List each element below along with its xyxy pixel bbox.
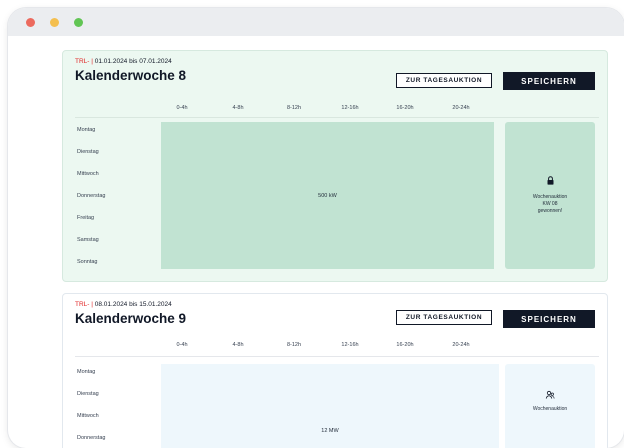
day-label: Freitag	[77, 215, 95, 221]
day-label: Mittwoch	[77, 171, 99, 177]
power-block[interactable]: 12 MW	[161, 364, 499, 448]
week-card-kw8: TRL- | 01.01.2024 bis 07.01.2024 Kalende…	[62, 50, 608, 282]
date-range: 08.01.2024 bis 15.01.2024	[94, 301, 172, 308]
day-label: Donnerstag	[77, 435, 106, 441]
trl-tag: TRL- |	[75, 58, 93, 65]
people-icon	[545, 390, 555, 399]
hour-label: 4-8h	[232, 342, 244, 348]
day-label: Dienstag	[77, 391, 99, 397]
hour-label: 16-20h	[396, 105, 414, 111]
hour-label: 8-12h	[286, 342, 302, 348]
header-divider	[75, 117, 599, 118]
window-titlebar	[8, 8, 624, 36]
week-title: Kalenderwoche 9	[75, 311, 187, 326]
hour-label: 20-24h	[452, 342, 470, 348]
day-label: Montag	[77, 369, 96, 375]
day-label: Sonntag	[77, 259, 98, 265]
auction-status-line: Wochenauktion	[532, 406, 568, 412]
hour-label: 20-24h	[452, 105, 470, 111]
power-block[interactable]: 500 kW	[161, 122, 494, 269]
day-label: Samstag	[77, 237, 99, 243]
day-label: Montag	[77, 127, 96, 133]
day-label: Mittwoch	[77, 413, 99, 419]
weekly-auction-status: Wochenauktion KW 08 gewonnen!	[505, 122, 595, 269]
hour-label: 16-20h	[396, 342, 414, 348]
minimize-window-button[interactable]	[50, 18, 59, 27]
week-period: TRL- | 01.01.2024 bis 07.01.2024	[75, 58, 172, 65]
auction-status-line: Wochenauktion	[532, 194, 568, 201]
power-value: 500 kW	[318, 192, 337, 199]
header-divider	[75, 356, 599, 357]
close-window-button[interactable]	[26, 18, 35, 27]
weekly-auction-status: Wochenauktion	[505, 364, 595, 448]
week-title: Kalenderwoche 8	[75, 68, 187, 83]
lock-icon	[547, 176, 553, 185]
browser-window: TRL- | 01.01.2024 bis 07.01.2024 Kalende…	[8, 8, 624, 448]
week-period: TRL- | 08.01.2024 bis 15.01.2024	[75, 301, 172, 308]
hour-label: 12-16h	[341, 342, 359, 348]
auction-status-line: KW 08	[542, 201, 558, 208]
day-label: Dienstag	[77, 149, 99, 155]
week-card-kw9: TRL- | 08.01.2024 bis 15.01.2024 Kalende…	[62, 293, 608, 448]
auction-status-line: gewonnen!	[537, 207, 563, 214]
hour-label: 8-12h	[286, 105, 302, 111]
save-button[interactable]: SPEICHERN	[503, 72, 595, 90]
hour-header: 0-4h 4-8h 8-12h 12-16h 16-20h 20-24h	[161, 342, 481, 352]
hour-label: 12-16h	[341, 105, 359, 111]
day-ahead-auction-button[interactable]: ZUR TAGESAUKTION	[396, 73, 492, 88]
hour-label: 0-4h	[176, 105, 188, 111]
save-button[interactable]: SPEICHERN	[503, 310, 595, 328]
date-range: 01.01.2024 bis 07.01.2024	[94, 58, 172, 65]
hour-header: 0-4h 4-8h 8-12h 12-16h 16-20h 20-24h	[161, 105, 481, 115]
day-label: Donnerstag	[77, 193, 106, 199]
maximize-window-button[interactable]	[74, 18, 83, 27]
trl-tag: TRL- |	[75, 301, 93, 308]
hour-label: 0-4h	[176, 342, 188, 348]
hour-label: 4-8h	[232, 105, 244, 111]
day-ahead-auction-button[interactable]: ZUR TAGESAUKTION	[396, 310, 492, 325]
